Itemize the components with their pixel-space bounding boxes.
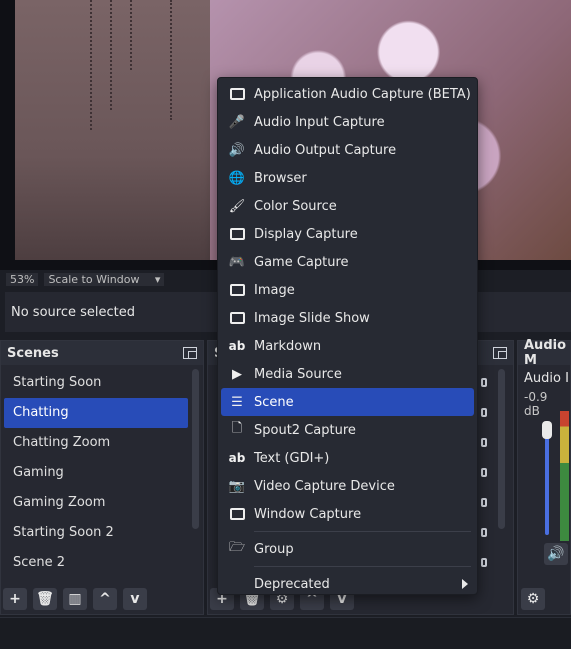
- add-source-menu: Application Audio Capture (BETA) 🎤 Audio…: [217, 77, 478, 595]
- globe-icon: 🌐: [228, 170, 246, 186]
- menu-item-media-source[interactable]: ▶ Media Source: [221, 360, 474, 388]
- menu-separator: [254, 566, 471, 567]
- audio-channel-name: Audio In: [524, 371, 570, 386]
- remove-scene-button[interactable]: 🗑: [33, 588, 57, 610]
- folder-icon: 🗁: [228, 540, 246, 555]
- speaker-box-icon: [221, 88, 253, 100]
- menu-item-deprecated[interactable]: Deprecated: [221, 570, 474, 598]
- menu-item-game-capture[interactable]: 🎮 Game Capture: [221, 248, 474, 276]
- menu-item-browser[interactable]: 🌐 Browser: [221, 164, 474, 192]
- scene-item-selected[interactable]: Chatting: [4, 398, 188, 428]
- bead-strand: [110, 0, 116, 110]
- text-ab-icon: ab: [228, 339, 246, 353]
- lock-icon[interactable]: [481, 528, 487, 537]
- menu-item-app-audio[interactable]: Application Audio Capture (BETA): [221, 80, 474, 108]
- scene-list: Starting Soon Chatting Chatting Zoom Gam…: [4, 368, 188, 578]
- microphone-icon: 🎤: [228, 114, 246, 130]
- menu-item-display-capture[interactable]: Display Capture: [221, 220, 474, 248]
- menu-item-markdown[interactable]: ab Markdown: [221, 332, 474, 360]
- menu-item-spout2-capture[interactable]: 🗋 Spout2 Capture: [221, 416, 474, 444]
- bead-strand: [130, 0, 136, 70]
- audio-settings-gear-icon[interactable]: ⚙: [521, 588, 545, 610]
- undock-icon[interactable]: [493, 347, 507, 359]
- lock-icon[interactable]: [481, 498, 487, 507]
- scenes-dock: Scenes Starting Soon Chatting Chatting Z…: [0, 340, 204, 615]
- sources-scrollbar[interactable]: [498, 369, 505, 529]
- slideshow-icon: [221, 312, 253, 324]
- lock-icon[interactable]: [481, 558, 487, 567]
- no-source-label: No source selected: [11, 304, 135, 320]
- move-down-button[interactable]: v: [123, 588, 147, 610]
- play-icon: ▶: [232, 366, 242, 382]
- scenes-scrollbar[interactable]: [192, 369, 199, 529]
- volume-fader-knob[interactable]: [542, 421, 552, 439]
- menu-item-image-slide-show[interactable]: Image Slide Show: [221, 304, 474, 332]
- image-icon: [221, 284, 253, 296]
- window-icon: [221, 508, 253, 520]
- scenes-toolbar: + 🗑 ▥ ^ v: [3, 588, 147, 610]
- bottom-bar: [0, 617, 571, 649]
- list-icon: ☰: [231, 394, 243, 410]
- menu-item-group[interactable]: 🗁 Group: [221, 535, 474, 563]
- scene-filter-button[interactable]: ▥: [63, 588, 87, 610]
- monitor-icon: [221, 228, 253, 240]
- audio-mixer-dock: Audio M Audio In -0.9 dB 🔊 ⚙: [517, 338, 571, 615]
- add-scene-button[interactable]: +: [3, 588, 27, 610]
- menu-item-color-source[interactable]: 🖌 Color Source: [221, 192, 474, 220]
- scene-item[interactable]: Starting Soon 2: [4, 518, 188, 548]
- lock-icon[interactable]: [481, 438, 487, 447]
- audio-mixer-title: Audio M: [524, 338, 567, 368]
- scene-item[interactable]: Gaming Zoom: [4, 488, 188, 518]
- mute-speaker-icon[interactable]: 🔊: [544, 543, 568, 565]
- scene-item[interactable]: Scene 2: [4, 548, 188, 578]
- scene-item[interactable]: Starting Soon: [4, 368, 188, 398]
- menu-item-audio-output[interactable]: 🔊 Audio Output Capture: [221, 136, 474, 164]
- submenu-arrow-icon: [462, 579, 468, 589]
- scenes-header: Scenes: [1, 341, 203, 365]
- scene-item[interactable]: Chatting Zoom: [4, 428, 188, 458]
- camera-icon: 📷: [228, 478, 246, 494]
- lock-icon[interactable]: [481, 468, 487, 477]
- bead-strand: [170, 0, 176, 120]
- menu-separator: [254, 531, 471, 532]
- menu-item-video-capture[interactable]: 📷 Video Capture Device: [221, 472, 474, 500]
- lock-icon[interactable]: [481, 408, 487, 417]
- volume-meter: [560, 411, 569, 541]
- lock-icon[interactable]: [481, 378, 487, 387]
- scale-label: Scale to Window: [48, 272, 140, 286]
- file-icon: 🗋: [231, 421, 243, 436]
- menu-item-audio-input[interactable]: 🎤 Audio Input Capture: [221, 108, 474, 136]
- preview-status-row: 53% Scale to Window ▾: [6, 270, 206, 288]
- scene-item[interactable]: Gaming: [4, 458, 188, 488]
- paintbrush-icon: 🖌: [228, 198, 246, 214]
- zoom-level: 53%: [6, 272, 39, 286]
- menu-item-text-gdi[interactable]: ab Text (GDI+): [221, 444, 474, 472]
- text-ab-icon: ab: [228, 451, 246, 465]
- bead-strand: [90, 0, 96, 130]
- menu-item-window-capture[interactable]: Window Capture: [221, 500, 474, 528]
- gamepad-icon: 🎮: [228, 254, 246, 270]
- move-up-button[interactable]: ^: [93, 588, 117, 610]
- scenes-title: Scenes: [7, 345, 59, 361]
- undock-icon[interactable]: [183, 347, 197, 359]
- menu-item-scene[interactable]: ☰ Scene: [221, 388, 474, 416]
- chevron-down-icon: ▾: [154, 272, 161, 286]
- volume-fader-track[interactable]: [545, 425, 549, 535]
- menu-item-image[interactable]: Image: [221, 276, 474, 304]
- scale-dropdown[interactable]: Scale to Window ▾: [44, 272, 165, 286]
- speaker-icon: 🔊: [228, 142, 246, 158]
- audio-mixer-header: Audio M: [518, 338, 570, 368]
